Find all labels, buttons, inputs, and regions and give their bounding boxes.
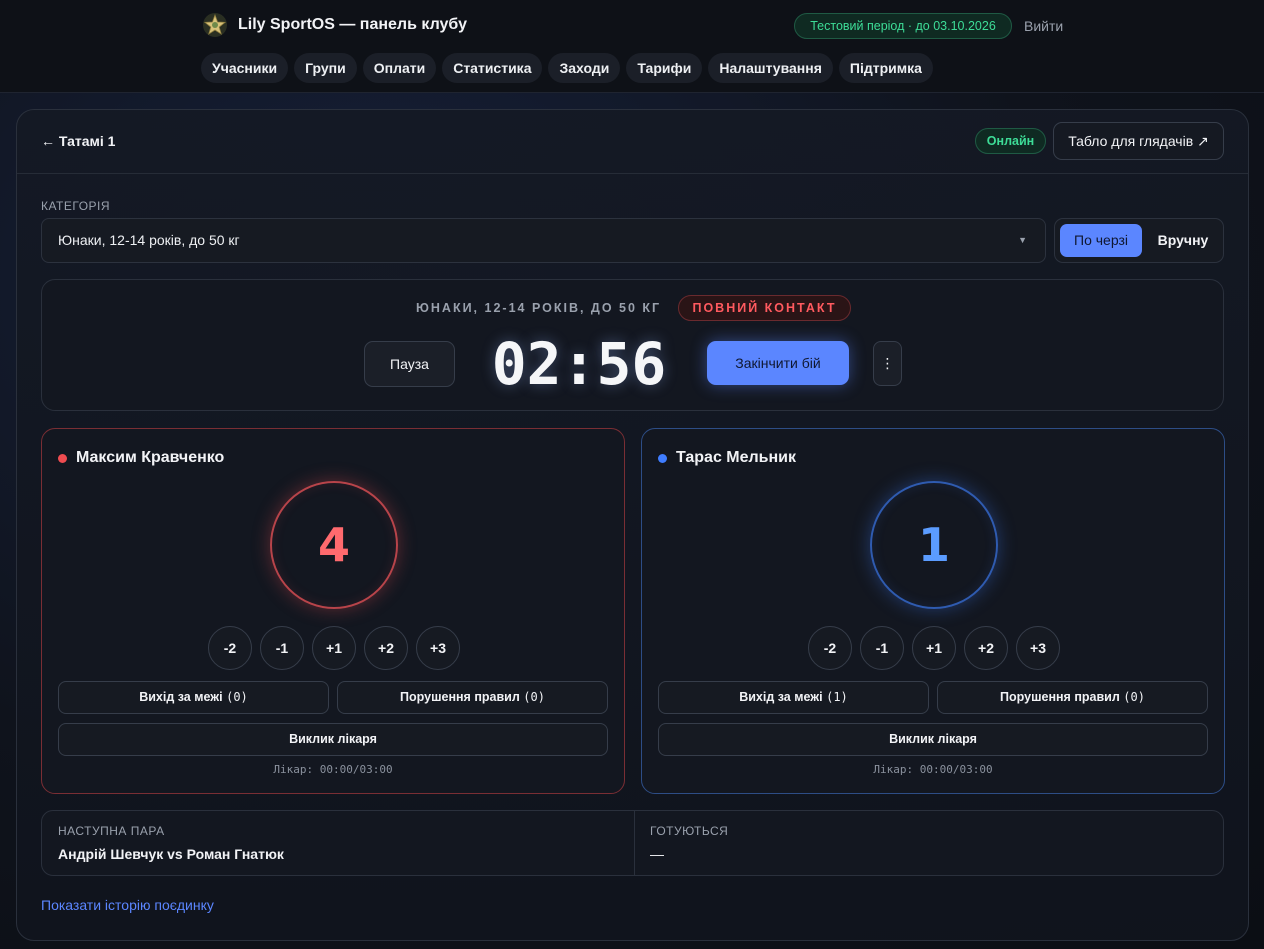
pause-button[interactable]: Пауза — [364, 341, 455, 387]
nav-item-settings[interactable]: Налаштування — [708, 53, 833, 83]
rule-violation-button[interactable]: Порушення правил (0) — [937, 681, 1208, 714]
point-buttons-blue: -2 -1 +1 +2 +3 — [808, 626, 1060, 670]
fighter-card-blue: Тарас Мельник 1 -2 -1 +1 +2 +3 Вихід за … — [641, 428, 1225, 794]
red-corner-dot-icon — [58, 453, 67, 463]
fight-category: ЮНАКИ, 12-14 РОКІВ, ДО 50 КГ — [416, 301, 662, 315]
out-of-bounds-count: (0) — [226, 690, 248, 704]
logout-link[interactable]: Вийти — [1024, 18, 1063, 34]
next-pair-label: НАСТУПНА ПАРА — [58, 824, 165, 838]
category-value: Юнаки, 12-14 років, до 50 кг — [58, 232, 240, 248]
back-link[interactable]: ← Татамі 1 — [41, 133, 115, 149]
out-of-bounds-button[interactable]: Вихід за межі (1) — [658, 681, 929, 714]
nav-item-payments[interactable]: Оплати — [362, 53, 437, 83]
online-status-badge: Онлайн — [975, 128, 1046, 154]
fighter-name-blue: Тарас Мельник — [658, 449, 796, 467]
panel-header: ← Татамі 1 Онлайн Табло для глядачів ↗ — [17, 110, 1248, 174]
point-minus-2-button[interactable]: -2 — [808, 626, 852, 670]
score-red: 4 — [270, 481, 398, 609]
rule-violation-count: (0) — [1123, 690, 1145, 704]
nav-item-statistics[interactable]: Статистика — [442, 53, 543, 83]
divider — [634, 811, 635, 875]
nav-item-events[interactable]: Заходи — [548, 53, 621, 83]
caret-down-icon: ▼ — [1018, 235, 1027, 245]
nav-item-members[interactable]: Учасники — [201, 53, 289, 83]
out-of-bounds-label: Вихід за межі — [139, 690, 223, 704]
nav-item-plans[interactable]: Тарифи — [626, 53, 703, 83]
rule-violation-count: (0) — [523, 690, 545, 704]
point-plus-1-button[interactable]: +1 — [312, 626, 356, 670]
star-emblem-icon — [203, 13, 227, 37]
point-minus-1-button[interactable]: -1 — [860, 626, 904, 670]
nav-item-support[interactable]: Підтримка — [838, 53, 933, 83]
fighter-name-red: Максим Кравченко — [58, 449, 224, 467]
more-options-icon[interactable]: ⋮ — [873, 341, 902, 386]
out-of-bounds-count: (1) — [826, 690, 848, 704]
fight-clock: 02:56 — [491, 330, 667, 398]
next-pair-value: Андрій Шевчук vs Роман Гнатюк — [58, 846, 284, 862]
score-blue: 1 — [870, 481, 998, 609]
point-plus-1-button[interactable]: +1 — [912, 626, 956, 670]
nav-item-groups[interactable]: Групи — [294, 53, 357, 83]
rule-violation-label: Порушення правил — [400, 690, 520, 704]
brand[interactable]: Lily SportOS — панель клубу — [202, 12, 467, 38]
rule-violation-label: Порушення правил — [1000, 690, 1120, 704]
point-minus-2-button[interactable]: -2 — [208, 626, 252, 670]
point-plus-2-button[interactable]: +2 — [964, 626, 1008, 670]
show-history-link[interactable]: Показати історію поєдинку — [41, 897, 214, 913]
call-doctor-button[interactable]: Виклик лікаря — [658, 723, 1208, 756]
doctor-timer: Лікар: 00:00/03:00 — [873, 763, 993, 776]
mode-manual-button[interactable]: Вручну — [1147, 224, 1219, 257]
trial-badge: Тестовий період · до 03.10.2026 — [794, 13, 1012, 39]
preparing-value: — — [650, 846, 664, 862]
call-doctor-button[interactable]: Виклик лікаря — [58, 723, 608, 756]
mode-toggle: По черзі Вручну — [1054, 218, 1224, 263]
point-minus-1-button[interactable]: -1 — [260, 626, 304, 670]
viewer-scoreboard-button[interactable]: Табло для глядачів ↗ — [1053, 122, 1224, 160]
preparing-label: ГОТУЮТЬСЯ — [650, 824, 729, 838]
point-plus-3-button[interactable]: +3 — [416, 626, 460, 670]
category-select[interactable]: Юнаки, 12-14 років, до 50 кг ▼ — [41, 218, 1046, 263]
fighter-name-text: Максим Кравченко — [76, 449, 225, 466]
mode-queue-button[interactable]: По черзі — [1060, 224, 1142, 257]
doctor-timer: Лікар: 00:00/03:00 — [273, 763, 393, 776]
point-buttons-red: -2 -1 +1 +2 +3 — [208, 626, 460, 670]
timer-box: ЮНАКИ, 12-14 РОКІВ, ДО 50 КГ ПОВНИЙ КОНТ… — [41, 279, 1224, 411]
out-of-bounds-button[interactable]: Вихід за межі (0) — [58, 681, 329, 714]
fighter-name-text: Тарас Мельник — [676, 449, 797, 466]
brand-title: Lily SportOS — панель клубу — [238, 16, 467, 33]
fight-type-badge: ПОВНИЙ КОНТАКТ — [678, 295, 851, 321]
main-nav: Учасники Групи Оплати Статистика Заходи … — [201, 53, 933, 83]
fighter-card-red: Максим Кравченко 4 -2 -1 +1 +2 +3 Вихід … — [41, 428, 625, 794]
tatami-panel: ← Татамі 1 Онлайн Табло для глядачів ↗ К… — [16, 109, 1249, 941]
top-bar: Lily SportOS — панель клубу Тестовий пер… — [0, 0, 1264, 93]
next-pair-box: НАСТУПНА ПАРА Андрій Шевчук vs Роман Гна… — [41, 810, 1224, 876]
category-label: КАТЕГОРІЯ — [41, 199, 111, 213]
rule-violation-button[interactable]: Порушення правил (0) — [337, 681, 608, 714]
end-fight-button[interactable]: Закінчити бій — [707, 341, 849, 385]
out-of-bounds-label: Вихід за межі — [739, 690, 823, 704]
blue-corner-dot-icon — [658, 453, 667, 463]
point-plus-2-button[interactable]: +2 — [364, 626, 408, 670]
point-plus-3-button[interactable]: +3 — [1016, 626, 1060, 670]
